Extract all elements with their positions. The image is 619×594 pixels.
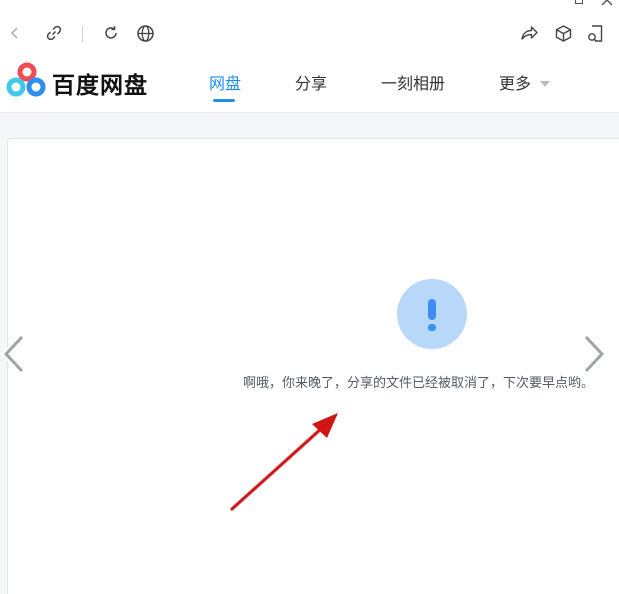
- exclamation-icon: [397, 279, 467, 349]
- close-icon[interactable]: [601, 0, 613, 6]
- share-icon[interactable]: [518, 22, 540, 44]
- baidu-netdisk-logo: [6, 62, 46, 97]
- chevron-down-icon: [540, 80, 551, 87]
- tab-label: 网盘: [209, 74, 242, 93]
- link-icon[interactable]: [43, 22, 65, 44]
- globe-icon[interactable]: [134, 22, 156, 44]
- window-controls: [559, 0, 619, 8]
- active-tab-indicator: [213, 99, 235, 102]
- toolbar-separator: [82, 26, 83, 42]
- app-header: 百度网盘 网盘 分享 一刻相册 更多: [0, 56, 619, 113]
- tab-album[interactable]: 一刻相册: [381, 70, 445, 94]
- browser-toolbar: [0, 16, 619, 50]
- content-panel: [7, 138, 619, 594]
- tab-label: 分享: [295, 74, 328, 93]
- document-icon[interactable]: [584, 22, 606, 44]
- tab-more[interactable]: 更多: [499, 70, 551, 94]
- logo-text: 百度网盘: [52, 73, 148, 99]
- box-icon[interactable]: [552, 22, 574, 44]
- chevron-right-icon[interactable]: [578, 333, 608, 375]
- tab-netdisk[interactable]: 网盘: [209, 70, 241, 94]
- tab-share[interactable]: 分享: [295, 70, 327, 94]
- back-icon[interactable]: [4, 22, 26, 44]
- maximize-icon[interactable]: [575, 0, 583, 4]
- exclamation-dot: [428, 324, 436, 331]
- exclamation-bar: [428, 299, 436, 320]
- chevron-left-icon[interactable]: [0, 333, 30, 375]
- refresh-icon[interactable]: [100, 22, 122, 44]
- tab-label: 更多: [499, 74, 532, 93]
- tab-label: 一刻相册: [381, 74, 446, 93]
- share-cancelled-message: 啊哦，你来晚了，分享的文件已经被取消了，下次要早点哟。: [243, 376, 595, 391]
